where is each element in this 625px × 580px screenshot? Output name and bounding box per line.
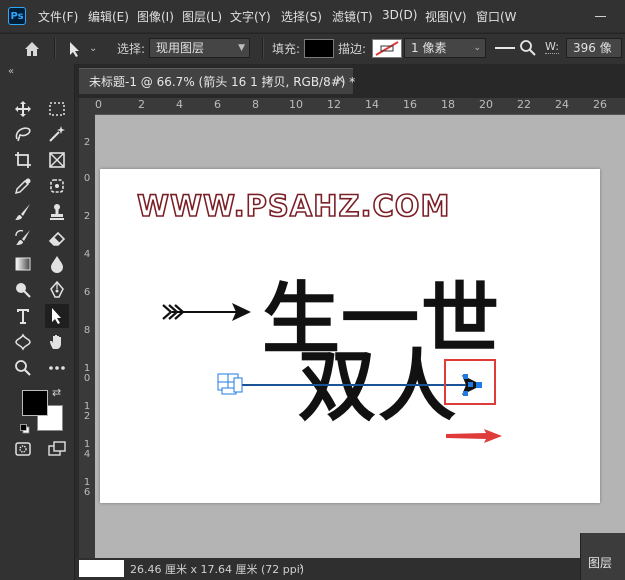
select-layer-value: 现用图层 xyxy=(156,41,205,55)
chevron-down-icon: ▼ xyxy=(238,43,245,53)
ruler-label: 8 xyxy=(252,98,259,111)
custom-shape-tool-icon[interactable] xyxy=(11,330,35,354)
swap-colors-icon[interactable]: ⇄ xyxy=(52,386,61,399)
ruler-label: 8 xyxy=(83,325,91,336)
eyedropper-tool-icon[interactable] xyxy=(11,174,35,198)
more-tools-icon[interactable] xyxy=(45,356,69,380)
layers-tab-label[interactable]: 图层 xyxy=(588,554,612,571)
frame-tool-icon[interactable] xyxy=(45,148,69,172)
path-selection-tool-icon[interactable] xyxy=(45,304,69,328)
gradient-tool-icon[interactable] xyxy=(11,252,35,276)
ruler-label: 6 xyxy=(214,98,221,111)
close-icon[interactable]: × xyxy=(335,72,345,86)
ruler-label: 22 xyxy=(517,98,531,111)
menu-view[interactable]: 视图(V) xyxy=(425,8,467,25)
ruler-label: 0 xyxy=(83,173,91,184)
document-tab-title: 未标题-1 @ 66.7% (箭头 16 1 拷贝, RGB/8#) * xyxy=(89,75,356,89)
patch-tool-icon[interactable] xyxy=(45,174,69,198)
watermark-text: WWW.PSAHZ.COM xyxy=(136,188,451,224)
menu-window[interactable]: 窗口(W xyxy=(476,8,517,25)
blur-tool-icon[interactable] xyxy=(45,252,69,276)
menu-edit[interactable]: 编辑(E) xyxy=(88,8,129,25)
ruler-vertical[interactable]: 2 0 2 4 6 8 1 0 1 2 1 4 1 6 xyxy=(79,114,96,558)
stroke-color-swatch[interactable] xyxy=(372,39,402,58)
pen-tool-icon[interactable] xyxy=(45,278,69,302)
minimize-button[interactable] xyxy=(587,8,613,24)
search-icon[interactable] xyxy=(519,39,537,57)
ruler-horizontal[interactable]: 0 2 4 6 8 10 12 14 16 18 20 22 24 26 xyxy=(95,98,625,115)
zoom-tool-icon[interactable] xyxy=(11,356,35,380)
path-select-arrow-icon[interactable] xyxy=(64,39,84,59)
screen-mode-icon[interactable] xyxy=(45,437,69,461)
ruler-corner xyxy=(79,98,95,114)
magic-wand-tool-icon[interactable] xyxy=(45,122,69,146)
quick-mask-icon[interactable] xyxy=(11,437,35,461)
chevron-down-icon: ⌄ xyxy=(473,43,481,53)
status-menu-arrow[interactable]: › xyxy=(299,559,304,573)
ruler-label: 12 xyxy=(327,98,341,111)
ruler-label: 6 xyxy=(83,287,91,298)
red-arrow-graphic xyxy=(446,429,502,443)
type-tool-icon[interactable] xyxy=(11,304,35,328)
photoshop-logo: Ps xyxy=(8,7,26,25)
select-layer-dropdown[interactable]: 现用图层 ▼ xyxy=(149,38,250,58)
menu-type[interactable]: 文字(Y) xyxy=(230,8,271,25)
ruler-label: 1 0 xyxy=(83,363,91,384)
stroke-label: 描边: xyxy=(338,42,367,56)
zoom-level-input[interactable] xyxy=(79,560,124,577)
menu-3d[interactable]: 3D(D) xyxy=(382,8,417,22)
ruler-label: 1 6 xyxy=(83,477,91,498)
chevron-down-icon[interactable]: ⌄ xyxy=(89,43,97,54)
stroke-type-button[interactable] xyxy=(493,38,517,58)
ruler-label: 1 2 xyxy=(83,401,91,422)
width-value: 396 像 xyxy=(573,41,612,55)
select-label: 选择: xyxy=(117,42,146,56)
history-brush-tool-icon[interactable] xyxy=(11,226,35,250)
move-tool-icon[interactable] xyxy=(11,97,35,121)
ruler-label: 26 xyxy=(593,98,607,111)
document-tab[interactable]: 未标题-1 @ 66.7% (箭头 16 1 拷贝, RGB/8#) * × xyxy=(79,68,356,94)
eraser-tool-icon[interactable] xyxy=(45,226,69,250)
document-size: 26.46 厘米 x 17.64 厘米 (72 ppi) xyxy=(130,563,305,576)
ruler-label: 4 xyxy=(176,98,183,111)
stamp-tool-icon[interactable] xyxy=(45,200,69,224)
home-icon[interactable] xyxy=(22,39,42,59)
ruler-label: 2 xyxy=(83,137,91,148)
menu-layer[interactable]: 图层(L) xyxy=(182,8,222,25)
divider xyxy=(262,38,264,58)
dodge-tool-icon[interactable] xyxy=(11,278,35,302)
width-label: W: xyxy=(545,40,559,54)
fill-label: 填充: xyxy=(272,42,301,56)
highlight-box xyxy=(444,359,496,405)
ruler-label: 14 xyxy=(365,98,379,111)
ruler-label: 2 xyxy=(138,98,145,111)
ruler-label: 4 xyxy=(83,249,91,260)
ruler-label: 18 xyxy=(441,98,455,111)
ruler-label: 20 xyxy=(479,98,493,111)
marquee-tool-icon[interactable] xyxy=(45,97,69,121)
stroke-width-value: 1 像素 xyxy=(411,41,447,55)
black-arrow-graphic xyxy=(162,303,251,321)
foreground-color-swatch[interactable] xyxy=(22,390,48,416)
ruler-label: 0 xyxy=(95,98,102,111)
hand-tool-icon[interactable] xyxy=(45,330,69,354)
lasso-tool-icon[interactable] xyxy=(11,122,35,146)
ruler-label: 24 xyxy=(555,98,569,111)
width-input[interactable]: 396 像 xyxy=(566,38,622,58)
divider xyxy=(54,38,56,58)
fill-color-swatch[interactable] xyxy=(304,39,334,58)
stroke-width-dropdown[interactable]: 1 像素 ⌄ xyxy=(404,38,486,58)
default-colors-icon[interactable] xyxy=(20,419,30,434)
ruler-label: 16 xyxy=(403,98,417,111)
menu-filter[interactable]: 滤镜(T) xyxy=(332,8,373,25)
menu-file[interactable]: 文件(F) xyxy=(38,8,78,25)
brush-tool-icon[interactable] xyxy=(11,200,35,224)
menu-select[interactable]: 选择(S) xyxy=(281,8,322,25)
ruler-label: 2 xyxy=(83,211,91,222)
ruler-label: 1 4 xyxy=(83,439,91,460)
ruler-label: 10 xyxy=(289,98,303,111)
menu-image[interactable]: 图像(I) xyxy=(137,8,174,25)
crop-tool-icon[interactable] xyxy=(11,148,35,172)
collapse-toolbar-icon[interactable]: « xyxy=(8,66,14,77)
